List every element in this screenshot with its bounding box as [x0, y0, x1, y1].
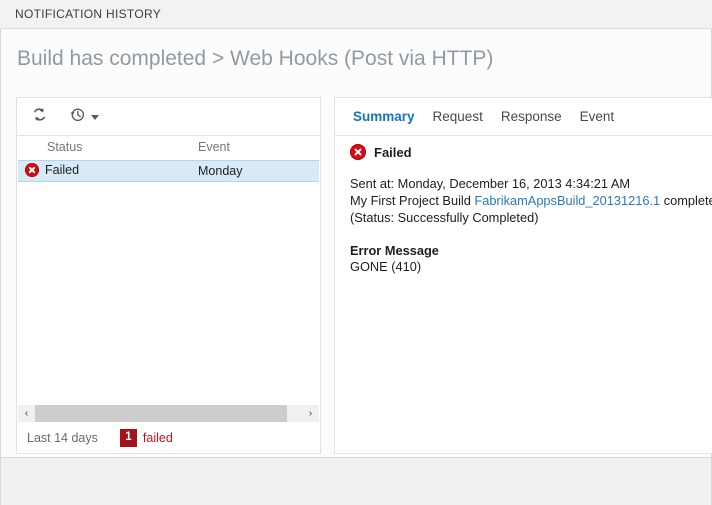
scrollbar-thumb[interactable] — [35, 405, 287, 422]
tab-summary[interactable]: Summary — [353, 109, 415, 124]
refresh-button[interactable] — [31, 106, 48, 128]
list-toolbar — [17, 98, 320, 136]
tab-event[interactable]: Event — [580, 109, 615, 124]
error-message-text: GONE (410) — [350, 259, 422, 274]
scroll-left-arrow-icon[interactable]: ‹ — [18, 405, 35, 422]
page-title: Build has completed > Web Hooks (Post vi… — [17, 47, 494, 70]
history-range-button[interactable] — [69, 106, 99, 128]
table-row[interactable]: Failed Monday — [18, 160, 319, 182]
error-icon — [350, 144, 366, 160]
row-status-cell: Failed — [25, 163, 79, 177]
build-link[interactable]: FabrikamAppsBuild_20131216.1 — [474, 193, 660, 208]
row-status-label: Failed — [45, 163, 80, 177]
detail-message-prefix: My First Project Build — [350, 193, 475, 208]
sent-at-line: Sent at: Monday, December 16, 2013 4:34:… — [350, 176, 631, 191]
window-title: NOTIFICATION HISTORY — [15, 7, 162, 21]
error-icon — [25, 163, 39, 177]
scroll-right-arrow-icon[interactable]: › — [302, 405, 319, 422]
error-message-heading: Error Message — [350, 243, 439, 258]
horizontal-scrollbar[interactable]: ‹ › — [18, 405, 319, 422]
tab-request[interactable]: Request — [433, 109, 483, 124]
failed-label: failed — [142, 431, 173, 445]
tab-response[interactable]: Response — [501, 109, 562, 124]
history-list-panel: Status Event Failed Monday ‹ › Last 14 d… — [16, 97, 321, 454]
row-event-label: Monday — [198, 164, 243, 178]
failed-count-badge: 1 — [119, 429, 137, 447]
page-body: Build has completed > Web Hooks (Post vi… — [0, 29, 712, 457]
window-footer — [0, 457, 712, 505]
refresh-icon — [31, 106, 48, 128]
history-clock-icon — [69, 106, 86, 128]
detail-status: Failed — [350, 144, 712, 160]
detail-panel: Summary Request Response Event Failed Se… — [334, 97, 712, 454]
column-header-status[interactable]: Status — [47, 140, 82, 154]
detail-tabs: Summary Request Response Event — [335, 98, 712, 136]
list-column-headers: Status Event — [17, 136, 320, 160]
summary-content: Failed Sent at: Monday, December 16, 201… — [350, 144, 712, 275]
detail-status-label: Failed — [374, 144, 412, 160]
chevron-down-icon — [91, 114, 99, 120]
list-status-bar: Last 14 days 1 failed — [18, 423, 319, 453]
title-bar: NOTIFICATION HISTORY — [0, 0, 712, 29]
column-header-event[interactable]: Event — [198, 140, 230, 154]
date-range-label: Last 14 days — [27, 431, 98, 445]
detail-message: My First Project Build FabrikamAppsBuild… — [350, 192, 712, 226]
notification-history-window: NOTIFICATION HISTORY Build has completed… — [0, 0, 712, 505]
